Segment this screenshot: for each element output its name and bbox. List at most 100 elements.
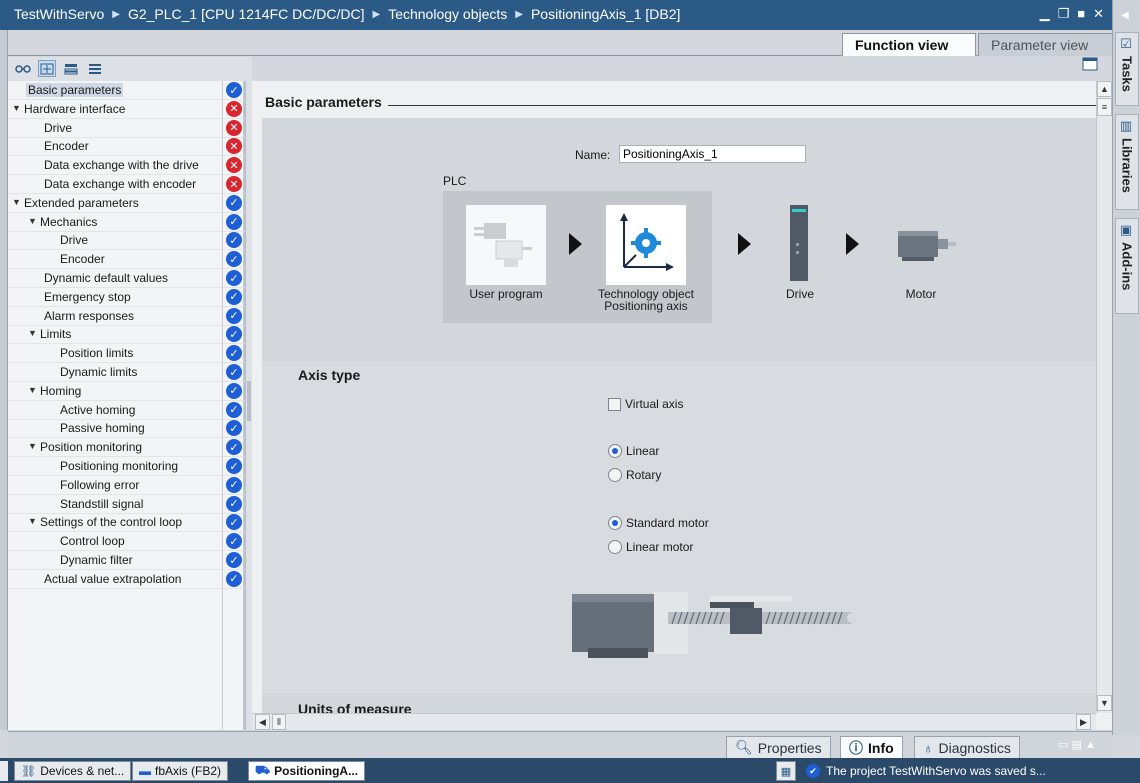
properties-label: Properties [757, 739, 822, 756]
minimize-icon[interactable]: ▤ [1071, 739, 1081, 751]
expand-arrow-icon[interactable]: ▼ [12, 197, 21, 207]
task-positioning-axis[interactable]: ⛟ PositioningA... [248, 761, 366, 781]
tree-item[interactable]: Basic parameters ✓ [8, 81, 245, 100]
tree-item[interactable]: Position limits ✓ [8, 344, 245, 364]
layout-icon[interactable] [1082, 57, 1100, 77]
pane-splitter[interactable] [245, 81, 252, 730]
checkbox-box[interactable] [608, 397, 621, 411]
radio-dot[interactable] [608, 540, 622, 554]
expand-all-icon-svg [40, 63, 54, 74]
minimize-icon[interactable]: ▁ [1040, 6, 1050, 22]
radio-dot[interactable] [608, 468, 622, 482]
hscroll-thumb[interactable]: ⦀ [272, 714, 286, 730]
portal-view-stub[interactable] [0, 761, 8, 781]
tree-item[interactable]: Dynamic default values ✓ [8, 269, 245, 288]
scroll-down-icon[interactable]: ▼ [1097, 695, 1112, 711]
expand-arrow-icon[interactable]: ▼ [28, 328, 37, 338]
tab-libraries[interactable]: ▥ Libraries [1115, 114, 1139, 210]
tree-item[interactable]: Emergency stop ✓ [8, 288, 245, 307]
tree-item[interactable]: ▼ Limits ✓ [8, 325, 245, 345]
float-icon[interactable]: ▭ [1058, 739, 1068, 751]
radio-dot[interactable] [608, 444, 622, 458]
scroll-right-icon[interactable]: ▶ [1076, 714, 1091, 730]
tree-item[interactable]: Active homing ✓ [8, 401, 245, 420]
scroll-up-icon[interactable]: ▲ [1097, 81, 1112, 97]
tab-properties[interactable]: 🔍︎ Properties [726, 736, 831, 758]
radio-dot[interactable] [608, 516, 622, 530]
expand-arrow-icon[interactable]: ▼ [12, 103, 21, 113]
tree-item[interactable]: Encoder ✓ [8, 250, 245, 270]
motor-icon[interactable] [896, 225, 960, 265]
tab-diagnostics[interactable]: ♁ Diagnostics [914, 736, 1020, 758]
tree-item[interactable]: Data exchange with encoder ✕ [8, 175, 245, 194]
tree-item-label: Homing [40, 383, 82, 398]
tree-item[interactable]: Dynamic filter ✓ [8, 551, 245, 570]
task-fbaxis[interactable]: ▬ fbAxis (FB2) [132, 761, 229, 781]
tree-item[interactable]: Alarm responses ✓ [8, 307, 245, 326]
task-devices-networks[interactable]: ⛓ Devices & net... [14, 761, 132, 781]
expand-arrow-icon[interactable]: ▼ [28, 516, 37, 526]
expand-arrow-icon[interactable]: ▼ [28, 441, 37, 451]
tab-info[interactable]: ⓘ Info [840, 736, 903, 758]
function-block-icon: ▬ [139, 764, 151, 778]
glasses-icon[interactable] [14, 60, 32, 77]
maximize-icon[interactable]: ■ [1077, 6, 1085, 22]
expand-arrow-icon[interactable]: ▼ [28, 385, 37, 395]
tree-item[interactable]: ▼ Mechanics ✓ [8, 213, 245, 232]
user-program-icon[interactable] [466, 205, 546, 285]
close-icon[interactable]: ✕ [1093, 6, 1104, 22]
radio-standard-motor[interactable]: Standard motor [608, 516, 709, 530]
detail-view-icon[interactable] [86, 60, 104, 77]
tree-item[interactable]: ▼ Hardware interface ✕ [8, 100, 245, 119]
tree-item[interactable]: Positioning monitoring ✓ [8, 457, 245, 476]
addins-icon: ▣ [1119, 223, 1135, 238]
arrow-right-icon [738, 233, 751, 255]
tree-item-label: Actual value extrapolation [44, 571, 182, 586]
radio-linear-motor[interactable]: Linear motor [608, 540, 693, 554]
tab-addins[interactable]: ▣ Add-ins [1115, 218, 1139, 314]
status-window-icon[interactable]: ▦ [776, 761, 796, 781]
scroll-thumb[interactable]: ≡ [1097, 98, 1112, 116]
tree-item-label: Encoder [44, 139, 89, 154]
radio-rotary[interactable]: Rotary [608, 468, 661, 482]
tree-item[interactable]: Encoder ✕ [8, 137, 245, 157]
tree-item[interactable]: Data exchange with the drive ✕ [8, 156, 245, 176]
tree-item[interactable]: Dynamic limits ✓ [8, 363, 245, 382]
collapse-arrow-icon[interactable]: ◀ [1121, 10, 1129, 21]
breadcrumb-device[interactable]: G2_PLC_1 [CPU 1214FC DC/DC/DC] [128, 6, 365, 22]
tree-item[interactable]: ▼ Settings of the control loop ✓ [8, 513, 245, 533]
virtual-axis-checkbox[interactable]: Virtual axis [608, 397, 683, 411]
tree-item[interactable]: Following error ✓ [8, 476, 245, 495]
list-view-icon[interactable] [62, 60, 80, 77]
tree-item-label: Extended parameters [24, 195, 139, 210]
collapse-up-icon[interactable]: ▲ [1085, 739, 1096, 751]
tab-function-view[interactable]: Function view [842, 33, 976, 56]
float-icon[interactable]: ❐ [1058, 6, 1070, 22]
tab-tasks[interactable]: ☑ Tasks [1115, 32, 1139, 106]
tree-item[interactable]: ▼ Position monitoring ✓ [8, 438, 245, 458]
tab-parameter-view[interactable]: Parameter view [978, 33, 1116, 56]
left-collapsed-pane[interactable] [0, 30, 8, 730]
tree-item[interactable]: ▼ Extended parameters ✓ [8, 194, 245, 213]
tree-item[interactable]: Control loop ✓ [8, 532, 245, 552]
horizontal-scrollbar[interactable]: ◀ ⦀ ▶ [252, 713, 1096, 730]
breadcrumb-axis[interactable]: PositioningAxis_1 [DB2] [531, 6, 680, 22]
tree-item[interactable]: Passive homing ✓ [8, 419, 245, 439]
scroll-left-icon[interactable]: ◀ [255, 714, 270, 730]
tree-item[interactable]: Drive ✕ [8, 119, 245, 138]
expand-arrow-icon[interactable]: ▼ [28, 216, 37, 226]
axis-icon: ⛟ [255, 763, 271, 777]
tree-item[interactable]: Standstill signal ✓ [8, 495, 245, 514]
vertical-scrollbar[interactable]: ▲ ≡ ▼ [1096, 81, 1112, 713]
name-input[interactable] [619, 145, 806, 163]
breadcrumb-project[interactable]: TestWithServo [14, 6, 104, 22]
technology-object-icon[interactable] [606, 205, 686, 285]
tree-item[interactable]: Actual value extrapolation ✓ [8, 570, 245, 589]
splitter-grip[interactable] [247, 381, 251, 421]
tree-item[interactable]: Drive ✓ [8, 231, 245, 251]
radio-linear[interactable]: Linear [608, 444, 659, 458]
expand-all-icon[interactable] [38, 60, 56, 77]
drive-icon[interactable] [788, 203, 812, 283]
breadcrumb-techobjects[interactable]: Technology objects [388, 6, 507, 22]
tree-item[interactable]: ▼ Homing ✓ [8, 382, 245, 401]
